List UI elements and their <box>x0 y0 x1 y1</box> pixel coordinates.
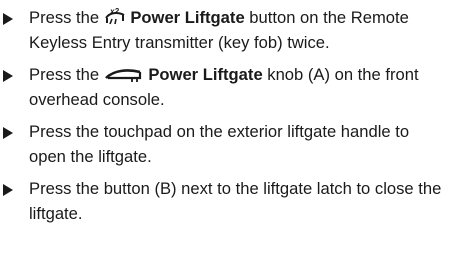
key-fob-liftgate-x2-icon: x2 <box>104 6 126 26</box>
instruction-1-prefix: Press the <box>29 8 104 27</box>
instruction-item-3: Press the touchpad on the exterior liftg… <box>0 120 449 169</box>
instruction-item-1: Press the x2 Power Liftgate button on th… <box>0 6 449 55</box>
bullet-arrow-icon <box>3 70 13 82</box>
instruction-3-text: Press the touchpad on the exterior liftg… <box>29 122 410 166</box>
bullet-arrow-icon <box>3 184 13 196</box>
instruction-item-2: Press the Power Liftgate knob (A) on the… <box>0 63 449 112</box>
instruction-4-text: Press the button (B) next to the liftgat… <box>29 179 442 223</box>
instruction-item-4: Press the button (B) next to the liftgat… <box>0 177 449 226</box>
instruction-2-bold: Power Liftgate <box>148 65 263 84</box>
instruction-1-bold: Power Liftgate <box>130 8 245 27</box>
bullet-arrow-icon <box>3 127 13 139</box>
instruction-list: Press the x2 Power Liftgate button on th… <box>0 6 449 226</box>
bullet-arrow-icon <box>3 13 13 25</box>
power-liftgate-icon <box>104 67 144 83</box>
instruction-2-prefix: Press the <box>29 65 104 84</box>
